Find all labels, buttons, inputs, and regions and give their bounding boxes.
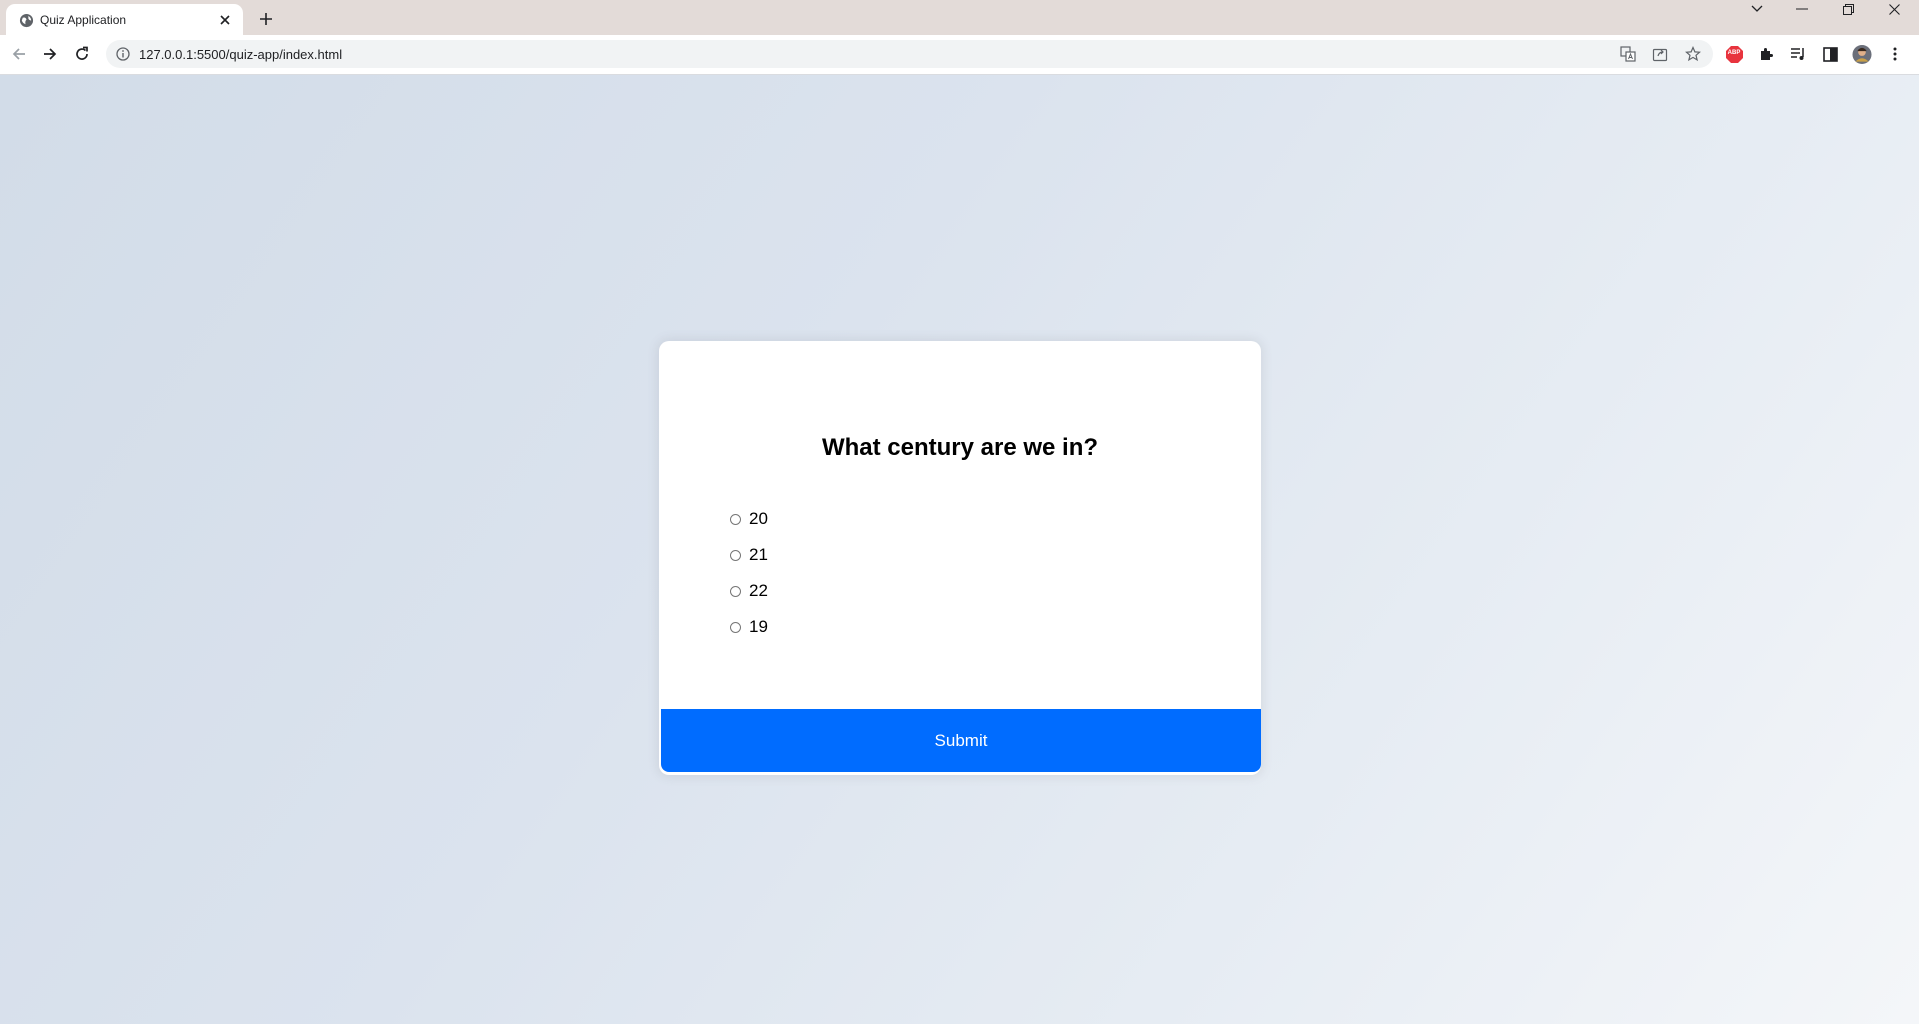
answer-option[interactable]: 21: [727, 537, 768, 573]
puzzle-icon[interactable]: [1756, 44, 1776, 64]
avatar[interactable]: [1852, 44, 1872, 64]
radio-button[interactable]: [730, 621, 741, 633]
reload-icon: [76, 46, 88, 60]
radio-button[interactable]: [730, 513, 741, 525]
kebab-menu-icon[interactable]: [1885, 44, 1905, 64]
radio-button[interactable]: [730, 549, 741, 561]
answer-label[interactable]: 21: [749, 545, 768, 565]
answer-label[interactable]: 22: [749, 581, 768, 601]
close-window-button[interactable]: [1871, 0, 1917, 18]
tab-title: Quiz Application: [40, 13, 127, 27]
forward-button[interactable]: [38, 42, 62, 66]
answer-list: 20 21 22 19: [727, 501, 768, 645]
side-panel-icon[interactable]: [1820, 44, 1840, 64]
back-button[interactable]: [7, 42, 31, 66]
page-viewport: What century are we in? 20 21 22 19 Subm…: [0, 75, 1919, 1024]
restore-icon: [1842, 3, 1854, 15]
answer-label[interactable]: 20: [749, 509, 768, 529]
chevron-down-icon: [1751, 5, 1763, 12]
close-icon[interactable]: [217, 12, 233, 28]
adblock-icon[interactable]: ABP: [1724, 44, 1744, 64]
reload-button[interactable]: [70, 42, 94, 66]
url-text[interactable]: 127.0.0.1:5500/quiz-app/index.html: [139, 47, 342, 62]
globe-icon: [19, 13, 34, 28]
back-arrow-icon: [12, 48, 25, 60]
answer-option[interactable]: 22: [727, 573, 768, 609]
radio-button[interactable]: [730, 585, 741, 597]
info-icon[interactable]: [116, 47, 130, 61]
quiz-card: What century are we in? 20 21 22 19 Subm…: [659, 341, 1261, 775]
answer-option[interactable]: 20: [727, 501, 768, 537]
answer-option[interactable]: 19: [727, 609, 768, 645]
share-icon[interactable]: [1651, 45, 1669, 63]
tab-search-button[interactable]: [1734, 0, 1780, 18]
close-icon: [1888, 3, 1900, 15]
tab-strip: Quiz Application: [0, 0, 1919, 35]
answer-label[interactable]: 19: [749, 617, 768, 637]
media-queue-icon[interactable]: [1788, 44, 1808, 64]
translate-icon[interactable]: [1619, 45, 1637, 63]
new-tab-button[interactable]: [256, 9, 276, 29]
minimize-icon: [1796, 8, 1808, 10]
forward-arrow-icon: [44, 48, 57, 60]
submit-button[interactable]: Submit: [661, 709, 1261, 772]
star-icon[interactable]: [1684, 45, 1702, 63]
browser-tab[interactable]: Quiz Application: [6, 4, 243, 35]
plus-icon: [260, 13, 272, 25]
restore-button[interactable]: [1825, 0, 1871, 18]
minimize-button[interactable]: [1779, 0, 1825, 18]
adblock-badge-text: ABP: [1727, 50, 1741, 56]
address-bar[interactable]: 127.0.0.1:5500/quiz-app/index.html: [106, 40, 1713, 68]
question-text: What century are we in?: [821, 434, 1099, 461]
browser-toolbar: 127.0.0.1:5500/quiz-app/index.html ABP: [0, 35, 1919, 75]
